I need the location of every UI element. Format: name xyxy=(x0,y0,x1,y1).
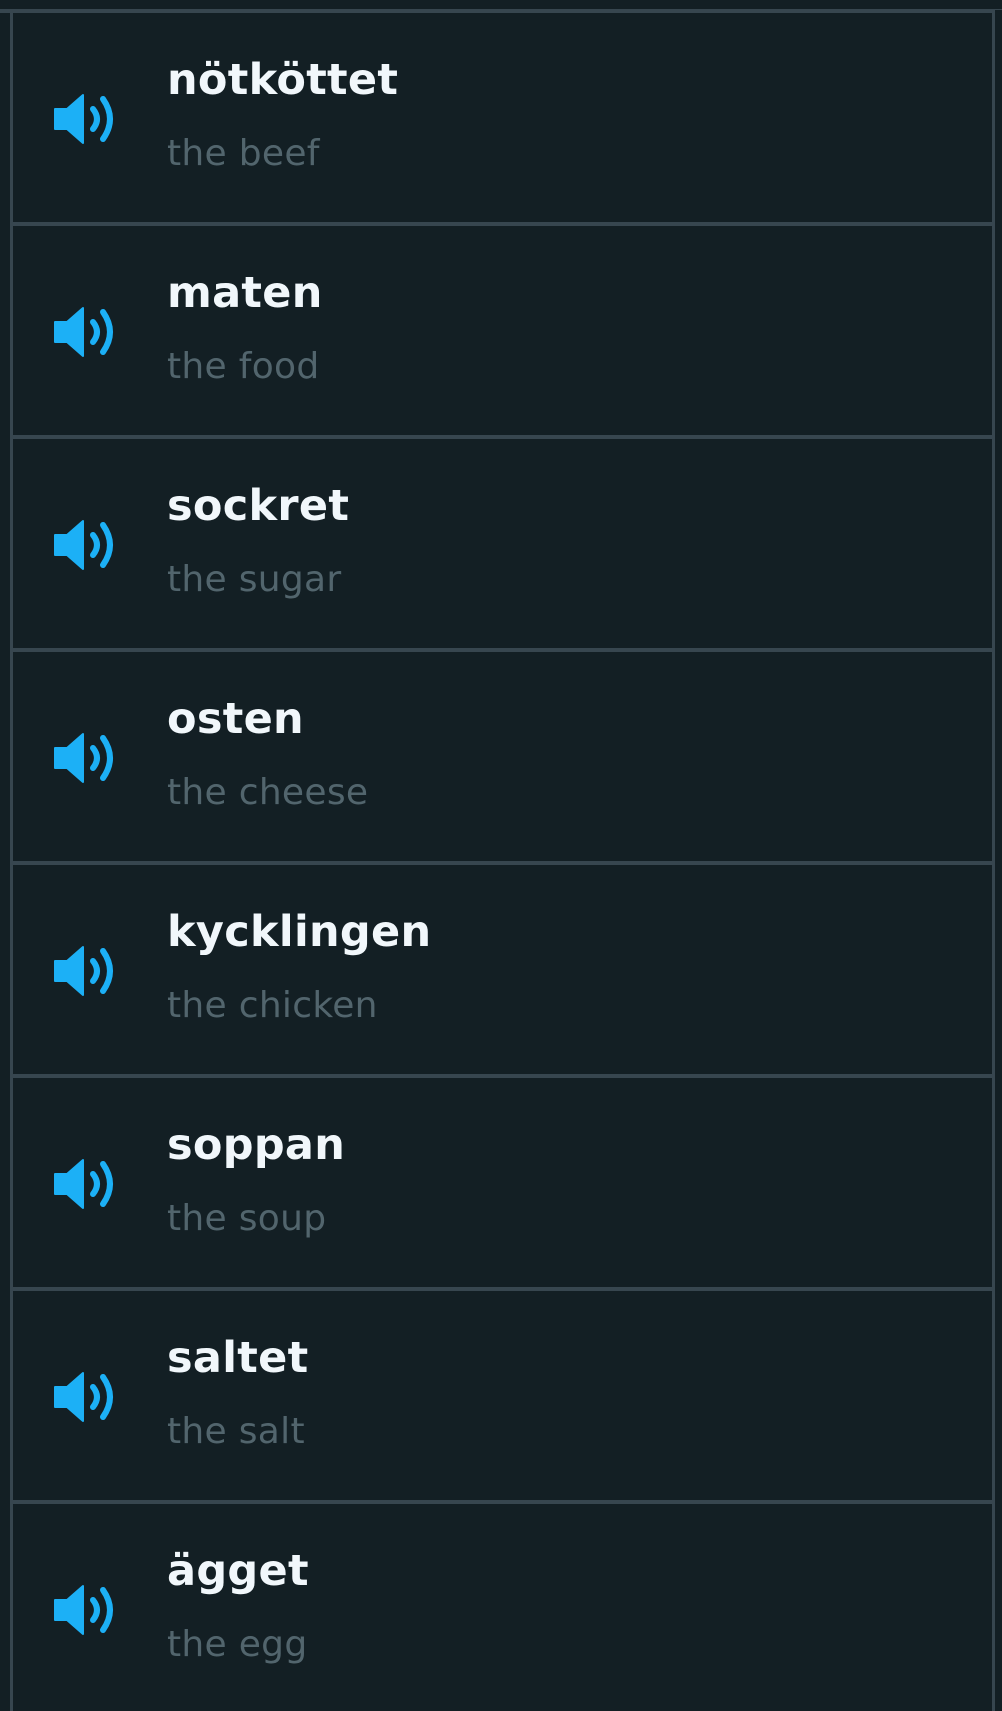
speaker-icon[interactable] xyxy=(53,302,123,362)
vocab-word: osten xyxy=(167,694,304,744)
speaker-icon[interactable] xyxy=(53,1367,123,1427)
right-border xyxy=(992,10,1002,1711)
vocab-translation: the egg xyxy=(167,1624,308,1665)
vocab-item[interactable]: saltet the salt xyxy=(13,1291,992,1504)
vocab-item[interactable]: soppan the soup xyxy=(13,1078,992,1291)
speaker-icon[interactable] xyxy=(53,728,123,788)
vocab-word: soppan xyxy=(167,1120,346,1170)
speaker-icon[interactable] xyxy=(53,1154,123,1214)
vocab-item[interactable]: nötköttet the beef xyxy=(13,13,992,226)
speaker-icon[interactable] xyxy=(53,1580,123,1640)
vocab-word: nötköttet xyxy=(167,55,399,105)
vocab-translation: the beef xyxy=(167,133,320,174)
vocab-word: ägget xyxy=(167,1546,309,1596)
vocabulary-page: nötköttet the beef maten the food sockre… xyxy=(0,0,1002,1711)
speaker-icon[interactable] xyxy=(53,941,123,1001)
vocab-translation: the salt xyxy=(167,1411,305,1452)
vocab-item[interactable]: kycklingen the chicken xyxy=(13,865,992,1078)
vocab-word: kycklingen xyxy=(167,907,432,957)
speaker-icon[interactable] xyxy=(53,515,123,575)
vocab-item[interactable]: sockret the sugar xyxy=(13,439,992,652)
vocabulary-list: nötköttet the beef maten the food sockre… xyxy=(13,13,992,1711)
vocab-item[interactable]: maten the food xyxy=(13,226,992,439)
vocab-translation: the sugar xyxy=(167,559,342,600)
vocab-translation: the cheese xyxy=(167,772,369,813)
vocab-item[interactable]: osten the cheese xyxy=(13,652,992,865)
vocab-translation: the chicken xyxy=(167,985,378,1026)
vocab-translation: the food xyxy=(167,346,320,387)
vocab-translation: the soup xyxy=(167,1198,327,1239)
speaker-icon[interactable] xyxy=(53,89,123,149)
vocab-item[interactable]: ägget the egg xyxy=(13,1504,992,1711)
vocab-word: sockret xyxy=(167,481,350,531)
vocab-word: maten xyxy=(167,268,323,318)
vocab-word: saltet xyxy=(167,1333,309,1383)
